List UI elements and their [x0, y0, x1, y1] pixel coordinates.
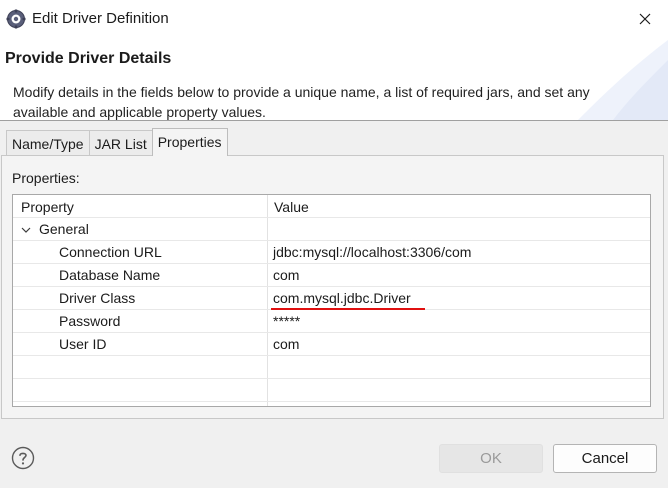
title-bar: Edit Driver Definition — [0, 0, 668, 40]
property-value[interactable]: ***** — [273, 310, 300, 333]
table-row[interactable]: Driver Class com.mysql.jdbc.Driver — [13, 287, 650, 310]
column-header-property[interactable]: Property — [21, 196, 74, 219]
tab-bar: Name/Type JAR List Properties — [6, 128, 228, 156]
empty-row — [13, 356, 650, 379]
page-description: Modify details in the fields below to pr… — [13, 84, 590, 120]
property-name: Driver Class — [59, 290, 136, 306]
property-name: Connection URL — [59, 244, 162, 260]
property-value[interactable]: com.mysql.jdbc.Driver — [273, 287, 411, 310]
table-row[interactable]: Connection URL jdbc:mysql://localhost:33… — [13, 241, 650, 264]
empty-row — [13, 379, 650, 402]
table-row[interactable]: Password ***** — [13, 310, 650, 333]
column-header-value[interactable]: Value — [274, 196, 309, 219]
properties-table[interactable]: Property Value General Connection URL jd… — [12, 194, 651, 407]
property-name: User ID — [59, 336, 107, 352]
tab-jar-list[interactable]: JAR List — [88, 130, 153, 156]
chevron-down-icon[interactable] — [21, 226, 31, 234]
property-value[interactable]: com — [273, 333, 299, 356]
properties-label: Properties: — [12, 170, 80, 186]
table-row[interactable]: Database Name com — [13, 264, 650, 287]
page-title: Provide Driver Details — [5, 50, 172, 67]
properties-panel: Properties: Property Value General Conne… — [1, 155, 664, 419]
tree-group-row[interactable]: General — [13, 218, 650, 241]
property-name: Database Name — [59, 267, 161, 283]
property-name: Password — [59, 313, 121, 329]
tab-name-type[interactable]: Name/Type — [6, 130, 90, 156]
close-icon — [639, 13, 651, 25]
help-icon[interactable] — [11, 446, 35, 470]
divider — [0, 120, 668, 121]
cancel-button[interactable]: Cancel — [553, 444, 657, 473]
window-title: Edit Driver Definition — [32, 10, 169, 27]
header-banner: Provide Driver Details Modify details in… — [0, 40, 668, 120]
tab-properties[interactable]: Properties — [151, 128, 228, 156]
ok-button[interactable]: OK — [439, 444, 543, 473]
close-button[interactable] — [622, 0, 668, 38]
property-value[interactable]: jdbc:mysql://localhost:3306/com — [273, 241, 471, 264]
app-gear-icon — [6, 9, 26, 29]
property-value[interactable]: com — [273, 264, 299, 287]
table-row[interactable]: User ID com — [13, 333, 650, 356]
group-label: General — [39, 221, 89, 237]
table-header-row: Property Value — [13, 195, 650, 218]
annotation-underline — [271, 308, 425, 310]
